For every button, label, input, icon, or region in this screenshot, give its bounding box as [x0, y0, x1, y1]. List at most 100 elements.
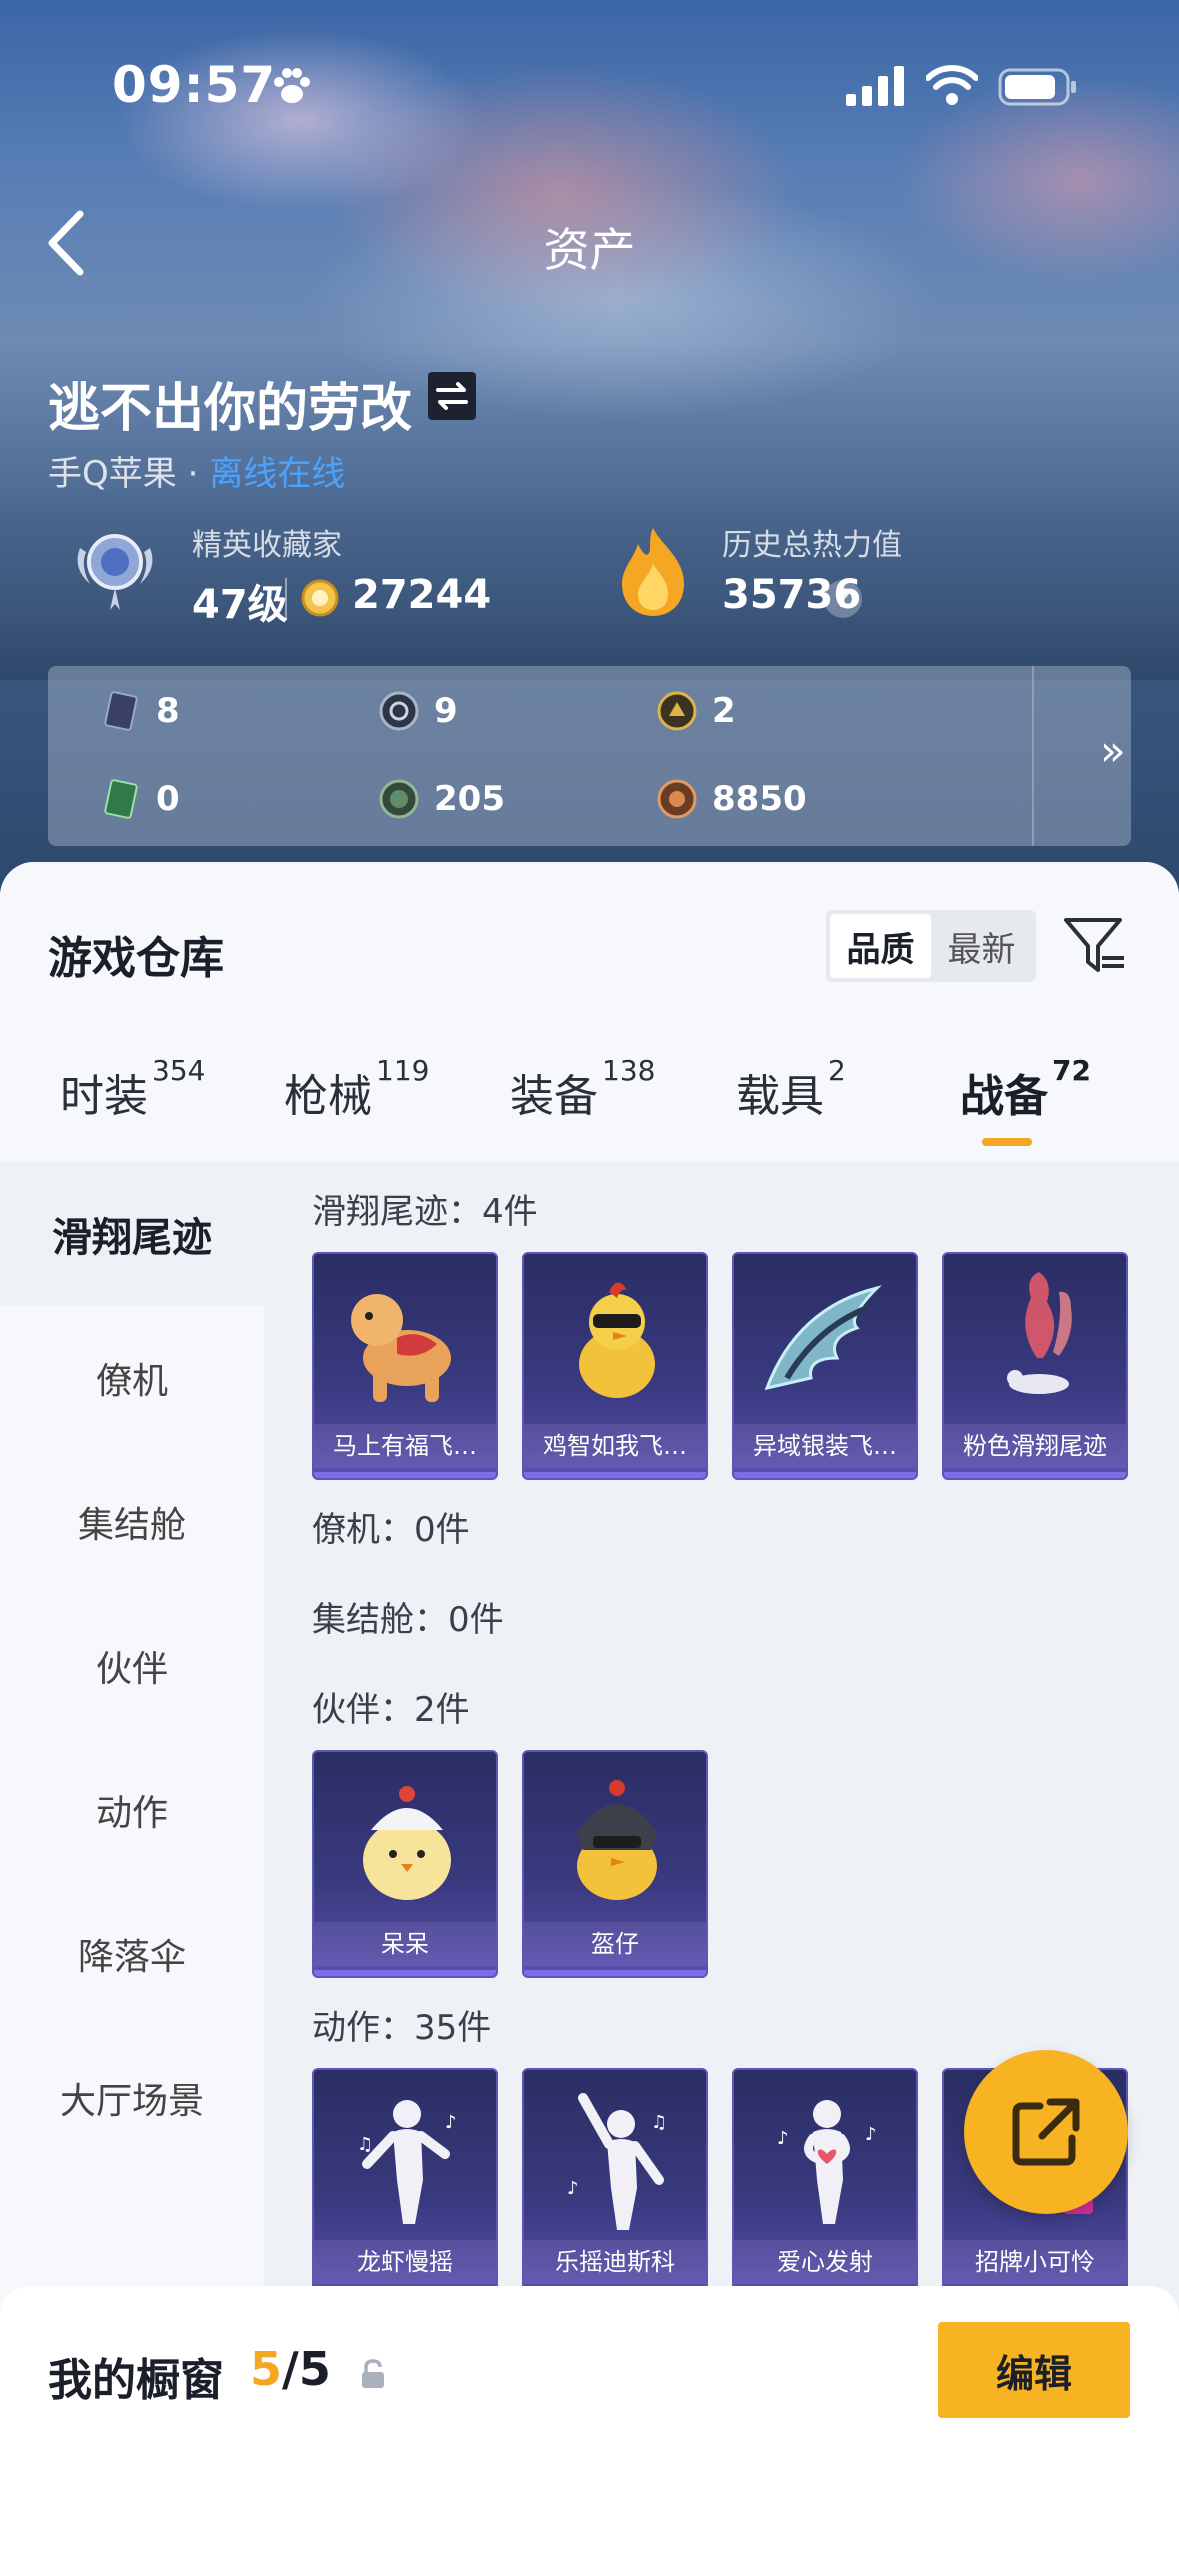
svg-text:♪: ♪ — [777, 2128, 789, 2149]
collector-label: 精英收藏家 — [192, 528, 342, 563]
section-title: 滑翔尾迹：4件 — [312, 1192, 538, 1232]
currency-value: 8850 — [712, 779, 807, 819]
tab-label: 装备 — [510, 1071, 598, 1122]
currency-item: 2 — [656, 690, 736, 732]
sort-toggle[interactable]: 品质 最新 — [826, 910, 1036, 982]
currency-item: 8850 — [656, 778, 807, 820]
gold-coin-icon — [657, 691, 697, 731]
sidebar-item-emote[interactable]: 动作 — [0, 1738, 264, 1882]
dancer-item-icon: ♪♫ — [357, 2100, 457, 2224]
sidebar-item-companion[interactable]: 伙伴 — [0, 1594, 264, 1738]
item-card[interactable]: 盔仔 — [522, 1750, 708, 1978]
disco-dancer-item-icon: ♫♪ — [567, 2093, 667, 2230]
switch-account-icon[interactable] — [428, 372, 476, 420]
tab-equipment[interactable]: 装备138 — [510, 1054, 655, 1124]
item-name: 爱心发射 — [734, 2240, 916, 2284]
showcase-current: 5 — [250, 2342, 283, 2396]
warehouse-title: 游戏仓库 — [48, 933, 224, 984]
share-button[interactable] — [964, 2050, 1128, 2214]
currency-value: 8 — [156, 691, 180, 731]
online-status: 离线在线 — [209, 454, 346, 494]
share-icon — [1012, 2098, 1080, 2166]
section-title: 动作：35件 — [312, 2008, 492, 2048]
currency-value: 9 — [434, 691, 458, 731]
currency-value: 0 — [156, 779, 180, 819]
heat-label: 历史总热力值 — [722, 528, 902, 563]
item-name: 粉色滑翔尾迹 — [944, 1424, 1126, 1468]
edit-button[interactable]: 编辑 — [938, 2322, 1130, 2418]
svg-text:♫: ♫ — [357, 2134, 373, 2155]
wifi-icon — [926, 65, 978, 105]
tab-label: 载具 — [736, 1071, 824, 1122]
silver-coin-icon — [379, 691, 419, 731]
chicken-item-icon — [579, 1282, 655, 1398]
tab-weapons[interactable]: 枪械119 — [284, 1054, 429, 1124]
tab-label: 枪械 — [284, 1071, 372, 1122]
sidebar-item-glide-trail[interactable]: 滑翔尾迹 — [0, 1162, 264, 1306]
currency-item: 9 — [378, 690, 458, 732]
pink-smoke-item-icon — [1007, 1272, 1072, 1394]
showcase-label: 我的橱窗 — [48, 2355, 224, 2406]
currency-panel[interactable]: 8 9 2 0 205 8850 » — [48, 666, 1131, 846]
item-card[interactable]: ♫ ♪ 乐摇迪斯科 — [522, 2068, 708, 2296]
tab-count: 72 — [1052, 1054, 1091, 1087]
sort-quality-option[interactable]: 品质 — [830, 914, 931, 978]
item-card[interactable]: 呆呆 — [312, 1750, 498, 1978]
help-icon[interactable]: ? — [824, 580, 862, 618]
section-title: 僚机：0件 — [312, 1510, 470, 1550]
item-name: 乐摇迪斯科 — [524, 2240, 706, 2284]
more-currencies-icon[interactable]: » — [1100, 726, 1126, 775]
tab-vehicles[interactable]: 载具2 — [736, 1054, 846, 1124]
tab-active-indicator — [982, 1138, 1032, 1146]
tab-count: 138 — [602, 1054, 656, 1087]
card-icon — [104, 691, 138, 731]
username: 逃不出你的劳改 — [48, 379, 413, 439]
city-skyline — [0, 480, 1179, 680]
sidebar-item-parachute[interactable]: 降落伞 — [0, 1882, 264, 2026]
page-title: 资产 — [543, 223, 636, 277]
tab-fashion[interactable]: 时装354 — [60, 1054, 205, 1124]
tab-label: 战备 — [960, 1071, 1048, 1122]
platform-info: 手Q苹果 · 离线在线 — [48, 446, 345, 495]
divider — [1032, 666, 1034, 846]
sidebar-item-wingman[interactable]: 僚机 — [0, 1306, 264, 1450]
green-ticket-icon — [104, 779, 138, 819]
item-card[interactable]: 粉色滑翔尾迹 — [942, 1252, 1128, 1480]
sidebar-item-lobby-scene[interactable]: 大厅场景 — [0, 2026, 264, 2170]
item-name: 龙虾慢摇 — [314, 2240, 496, 2284]
svg-text:♪: ♪ — [445, 2112, 457, 2133]
collector-level: 47级 — [192, 582, 288, 628]
tab-count: 2 — [828, 1054, 846, 1087]
divider — [285, 578, 287, 620]
item-card[interactable]: ♪ ♫ 龙虾慢摇 — [312, 2068, 498, 2296]
item-card[interactable]: ♪ ♪ 爱心发射 — [732, 2068, 918, 2296]
filter-icon[interactable] — [1062, 912, 1128, 978]
currency-item: 205 — [378, 778, 505, 820]
sidebar-item-assembly-pod[interactable]: 集结舱 — [0, 1450, 264, 1594]
tab-battle-prep[interactable]: 战备72 — [960, 1054, 1091, 1124]
collector-badge-icon — [77, 534, 153, 610]
heart-dancer-item-icon: ♪ ♪ — [777, 2100, 877, 2224]
showcase-count: 5/5 — [250, 2342, 331, 2396]
collector-points-icon — [301, 579, 339, 617]
svg-text:♪: ♪ — [865, 2124, 877, 2145]
item-name: 呆呆 — [314, 1922, 496, 1966]
item-card[interactable]: 鸡智如我飞… — [522, 1252, 708, 1480]
currency-item: 8 — [100, 690, 180, 732]
sort-latest-option[interactable]: 最新 — [931, 914, 1032, 978]
item-name: 鸡智如我飞… — [524, 1424, 706, 1468]
currency-value: 205 — [434, 779, 505, 819]
svg-text:♪: ♪ — [567, 2178, 579, 2199]
item-name: 马上有福飞… — [314, 1424, 496, 1468]
tab-count: 354 — [152, 1054, 206, 1087]
svg-text:♫: ♫ — [651, 2112, 667, 2133]
tab-label: 时装 — [60, 1071, 148, 1122]
signal-icon — [846, 66, 904, 106]
flame-icon — [622, 528, 684, 616]
currency-item: 0 — [100, 778, 180, 820]
platform-label: 手Q苹果 · — [48, 454, 199, 494]
item-card[interactable]: 异域银装飞… — [732, 1252, 918, 1480]
collector-points: 27244 — [352, 572, 492, 618]
paw-icon — [274, 68, 310, 103]
item-card[interactable]: 马上有福飞… — [312, 1252, 498, 1480]
